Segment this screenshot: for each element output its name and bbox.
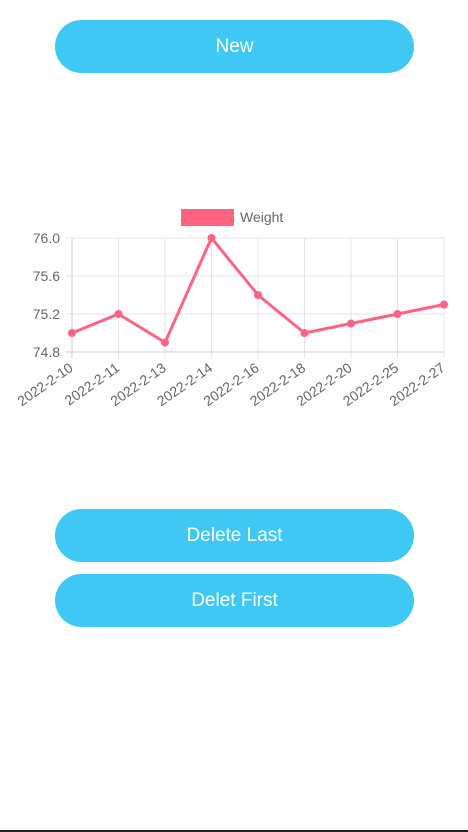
y-tick-label: 76.0 bbox=[33, 230, 60, 246]
data-point bbox=[114, 310, 123, 318]
x-axis: 2022-2-102022-2-112022-2-132022-2-142022… bbox=[14, 351, 448, 409]
y-tick-label: 75.6 bbox=[33, 268, 60, 284]
y-tick-label: 75.2 bbox=[33, 306, 60, 322]
chart-legend: Weight bbox=[181, 209, 283, 226]
legend-swatch bbox=[181, 209, 234, 226]
chart-grid bbox=[66, 237, 445, 358]
y-axis: 76.0 75.6 75.2 74.8 bbox=[33, 230, 73, 360]
data-point bbox=[161, 338, 169, 347]
data-point bbox=[440, 300, 448, 309]
legend-label-weight: Weight bbox=[240, 209, 283, 225]
delete-first-button[interactable]: Delet First bbox=[55, 574, 414, 627]
delete-last-button[interactable]: Delete Last bbox=[55, 509, 414, 562]
data-point bbox=[347, 319, 355, 328]
data-point bbox=[254, 291, 262, 299]
data-point bbox=[393, 310, 402, 318]
data-point bbox=[68, 329, 76, 337]
data-point bbox=[207, 234, 216, 242]
data-point bbox=[300, 329, 309, 337]
y-tick-label: 74.8 bbox=[33, 344, 60, 360]
new-button[interactable]: New bbox=[55, 20, 414, 73]
weight-line-chart: Weight 76.0 75.6 75.2 74.8 2022-2-102022-2-… bbox=[14, 209, 448, 409]
